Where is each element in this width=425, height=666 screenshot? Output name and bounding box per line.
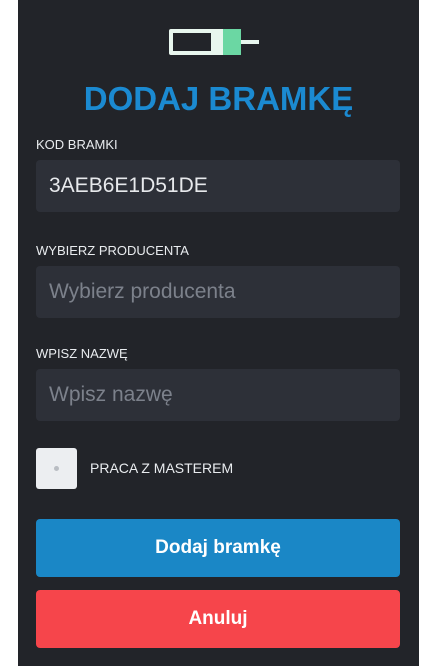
add-gateway-button[interactable]: Dodaj bramkę — [36, 519, 400, 577]
battery-icon — [169, 29, 259, 55]
master-checkbox[interactable] — [36, 448, 77, 489]
producer-placeholder: Wybierz producenta — [49, 280, 236, 303]
name-input[interactable] — [36, 369, 400, 421]
producer-label: WYBIERZ PRODUCENTA — [36, 243, 189, 258]
gateway-code-input[interactable] — [36, 160, 400, 212]
checkbox-dot-icon — [54, 466, 59, 471]
page-title: DODAJ BRAMKĘ — [83, 80, 354, 117]
master-checkbox-label: PRACA Z MASTEREM — [90, 460, 234, 476]
code-label: KOD BRAMKI — [36, 137, 118, 152]
cancel-button[interactable]: Anuluj — [36, 590, 400, 648]
name-label: WPISZ NAZWĘ — [36, 346, 128, 361]
producer-select[interactable]: Wybierz producenta — [36, 266, 400, 318]
add-gateway-panel: DODAJ BRAMKĘ KOD BRAMKI WYBIERZ PRODUCEN… — [18, 0, 419, 666]
